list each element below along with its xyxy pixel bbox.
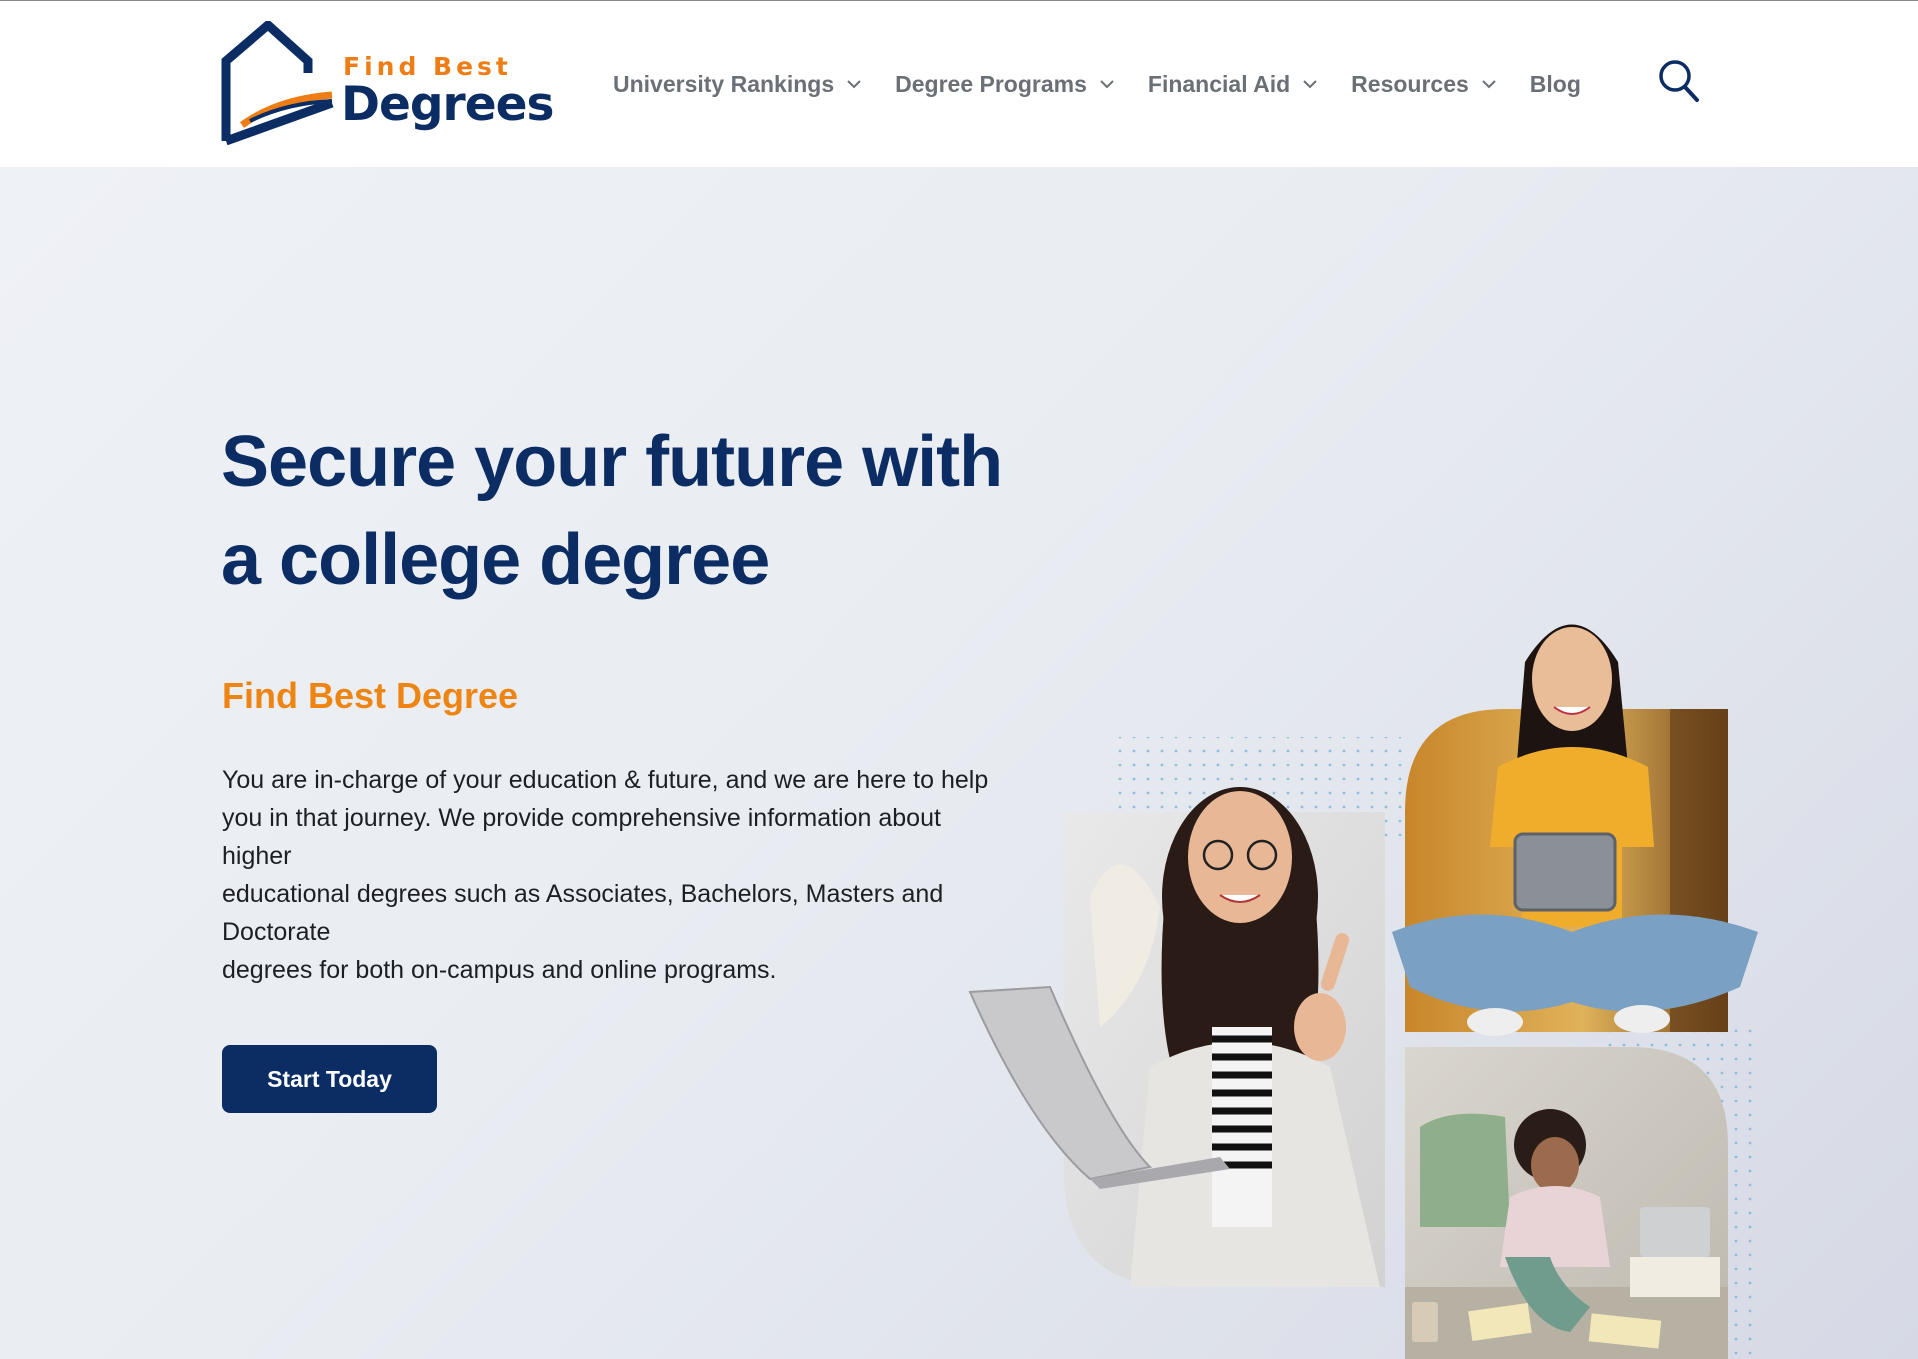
- photo-collage: [950, 427, 1770, 1359]
- hero-description-line: higher: [222, 842, 292, 870]
- nav-item-university-rankings[interactable]: University Rankings: [613, 71, 862, 98]
- nav-item-label: Resources: [1351, 70, 1469, 97]
- chevron-down-icon: [847, 80, 861, 89]
- nav-item-label: Degree Programs: [895, 70, 1087, 97]
- chevron-down-icon: [1303, 80, 1317, 89]
- hero-description-line: degrees for both on-campus and online pr…: [222, 956, 777, 984]
- hero-title: Secure your future with a college degree: [221, 413, 1061, 609]
- site-logo[interactable]: Find Best Degrees: [220, 21, 554, 147]
- search-button[interactable]: [1658, 59, 1700, 103]
- hero-description: You are in-charge of your education & fu…: [222, 761, 1012, 989]
- nav-item-label: University Rankings: [613, 70, 835, 97]
- hero-section: Secure your future with a college degree…: [0, 167, 1918, 1359]
- nav-item-label: Blog: [1529, 70, 1581, 97]
- chevron-down-icon: [1100, 80, 1114, 89]
- hero-description-line: You are in-charge of your education & fu…: [222, 766, 989, 794]
- hero-description-line: you in that journey. We provide comprehe…: [222, 804, 941, 832]
- hero-title-line-1: Secure your future with: [221, 422, 1003, 502]
- hero-title-line-2: a college degree: [221, 520, 770, 600]
- main-nav: University Rankings Degree Programs Fina…: [613, 67, 1581, 101]
- nav-item-degree-programs[interactable]: Degree Programs: [895, 71, 1115, 98]
- chevron-down-icon: [1482, 80, 1496, 89]
- logo-house-icon: [221, 21, 334, 146]
- hero-description-line: educational degrees such as Associates, …: [222, 880, 944, 908]
- woman-with-laptop-photo: [968, 787, 1385, 1287]
- nav-item-label: Financial Aid: [1147, 70, 1291, 97]
- woman-studying-floor-photo: [1405, 1047, 1728, 1359]
- nav-item-resources[interactable]: Resources: [1351, 71, 1497, 98]
- search-icon: [1659, 60, 1699, 102]
- hero-description-line: Doctorate: [222, 918, 331, 946]
- nav-item-blog[interactable]: Blog: [1530, 71, 1581, 98]
- hero-subtitle: Find Best Degree: [222, 675, 519, 716]
- site-header: Find Best Degrees University Rankings De…: [0, 1, 1918, 167]
- woman-with-tablet-photo: [1392, 624, 1758, 1036]
- start-today-button[interactable]: Start Today: [222, 1045, 437, 1113]
- logo-text-main: Degrees: [341, 77, 554, 132]
- collage-graphic: [968, 624, 1760, 1359]
- nav-item-financial-aid[interactable]: Financial Aid: [1148, 71, 1318, 98]
